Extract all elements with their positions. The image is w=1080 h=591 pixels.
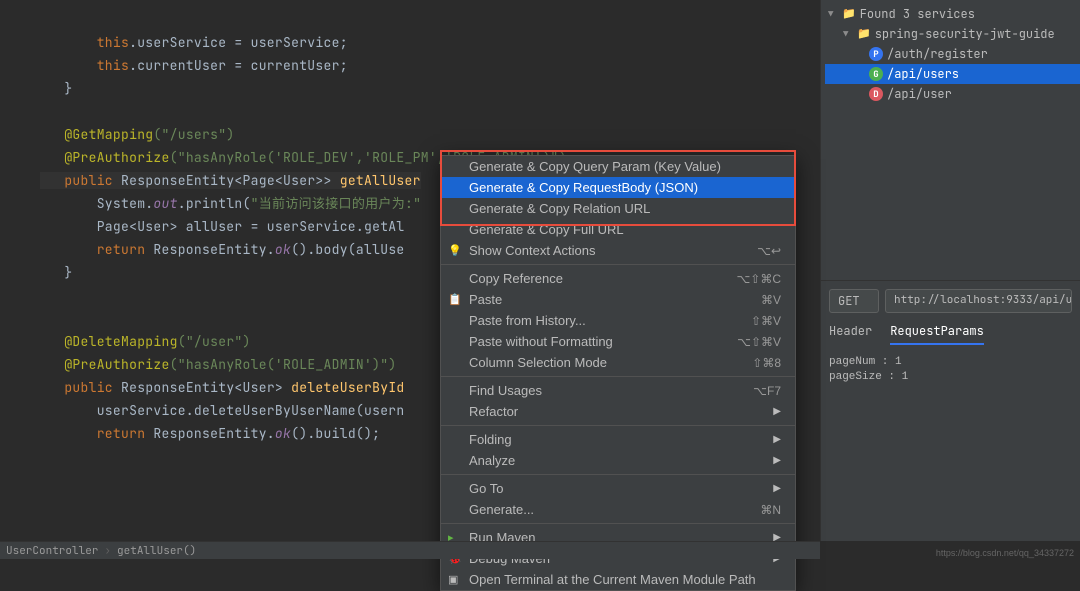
- menu-separator: [441, 264, 795, 265]
- menu-generate-query-param[interactable]: Generate & Copy Query Param (Key Value): [441, 156, 795, 177]
- method-badge-post: P: [869, 47, 883, 61]
- menu-separator: [441, 376, 795, 377]
- chevron-right-icon: ▶: [773, 406, 781, 417]
- http-method-select[interactable]: GET: [829, 289, 879, 313]
- tab-request-params[interactable]: RequestParams: [890, 323, 984, 345]
- menu-generate-full-url[interactable]: Generate & Copy Full URL: [441, 219, 795, 240]
- watermark: https://blog.csdn.net/qq_34337272: [936, 548, 1074, 558]
- bulb-icon: 💡: [448, 244, 462, 257]
- menu-analyze[interactable]: Analyze▶: [441, 450, 795, 471]
- menu-column-selection[interactable]: Column Selection Mode⇧⌘8: [441, 352, 795, 373]
- tree-root[interactable]: ▼📁Found 3 services: [825, 4, 1080, 24]
- chevron-right-icon: ▶: [773, 483, 781, 494]
- menu-paste-history[interactable]: Paste from History...⇧⌘V: [441, 310, 795, 331]
- menu-find-usages[interactable]: Find Usages⌥F7: [441, 380, 795, 401]
- clipboard-icon: 📋: [448, 293, 462, 306]
- menu-separator: [441, 523, 795, 524]
- request-panel: GET http://localhost:9333/api/u Header R…: [821, 280, 1080, 393]
- menu-generate[interactable]: Generate...⌘N: [441, 499, 795, 520]
- endpoint-register[interactable]: P/auth/register: [825, 44, 1080, 64]
- chevron-right-icon: ▶: [773, 455, 781, 466]
- params-body[interactable]: pageNum : 1 pageSize : 1: [829, 355, 1072, 385]
- menu-goto[interactable]: Go To▶: [441, 478, 795, 499]
- menu-separator: [441, 474, 795, 475]
- menu-folding[interactable]: Folding▶: [441, 429, 795, 450]
- menu-separator: [441, 425, 795, 426]
- menu-copy-reference[interactable]: Copy Reference⌥⇧⌘C: [441, 268, 795, 289]
- menu-paste[interactable]: 📋Paste⌘V: [441, 289, 795, 310]
- terminal-icon: ▣: [448, 573, 458, 586]
- services-tree[interactable]: ▼📁Found 3 services ▼📁spring-security-jwt…: [821, 0, 1080, 280]
- menu-refactor[interactable]: Refactor▶: [441, 401, 795, 422]
- tab-header[interactable]: Header: [829, 323, 872, 345]
- context-menu: Generate & Copy Query Param (Key Value) …: [440, 155, 796, 591]
- chevron-right-icon: ▶: [773, 434, 781, 445]
- menu-generate-request-body[interactable]: Generate & Copy RequestBody (JSON): [441, 177, 795, 198]
- method-badge-get: G: [869, 67, 883, 81]
- side-panel: ▼📁Found 3 services ▼📁spring-security-jwt…: [820, 0, 1080, 541]
- method-badge-delete: D: [869, 87, 883, 101]
- menu-show-context-actions[interactable]: 💡Show Context Actions⌥↩: [441, 240, 795, 261]
- tree-project[interactable]: ▼📁spring-security-jwt-guide: [825, 24, 1080, 44]
- menu-open-terminal[interactable]: ▣Open Terminal at the Current Maven Modu…: [441, 569, 795, 590]
- breadcrumb[interactable]: UserController›getAllUser(): [0, 541, 820, 559]
- menu-generate-relation-url[interactable]: Generate & Copy Relation URL: [441, 198, 795, 219]
- url-input[interactable]: http://localhost:9333/api/u: [885, 289, 1072, 313]
- endpoint-users[interactable]: G/api/users: [825, 64, 1080, 84]
- menu-paste-no-format[interactable]: Paste without Formatting⌥⇧⌘V: [441, 331, 795, 352]
- endpoint-user[interactable]: D/api/user: [825, 84, 1080, 104]
